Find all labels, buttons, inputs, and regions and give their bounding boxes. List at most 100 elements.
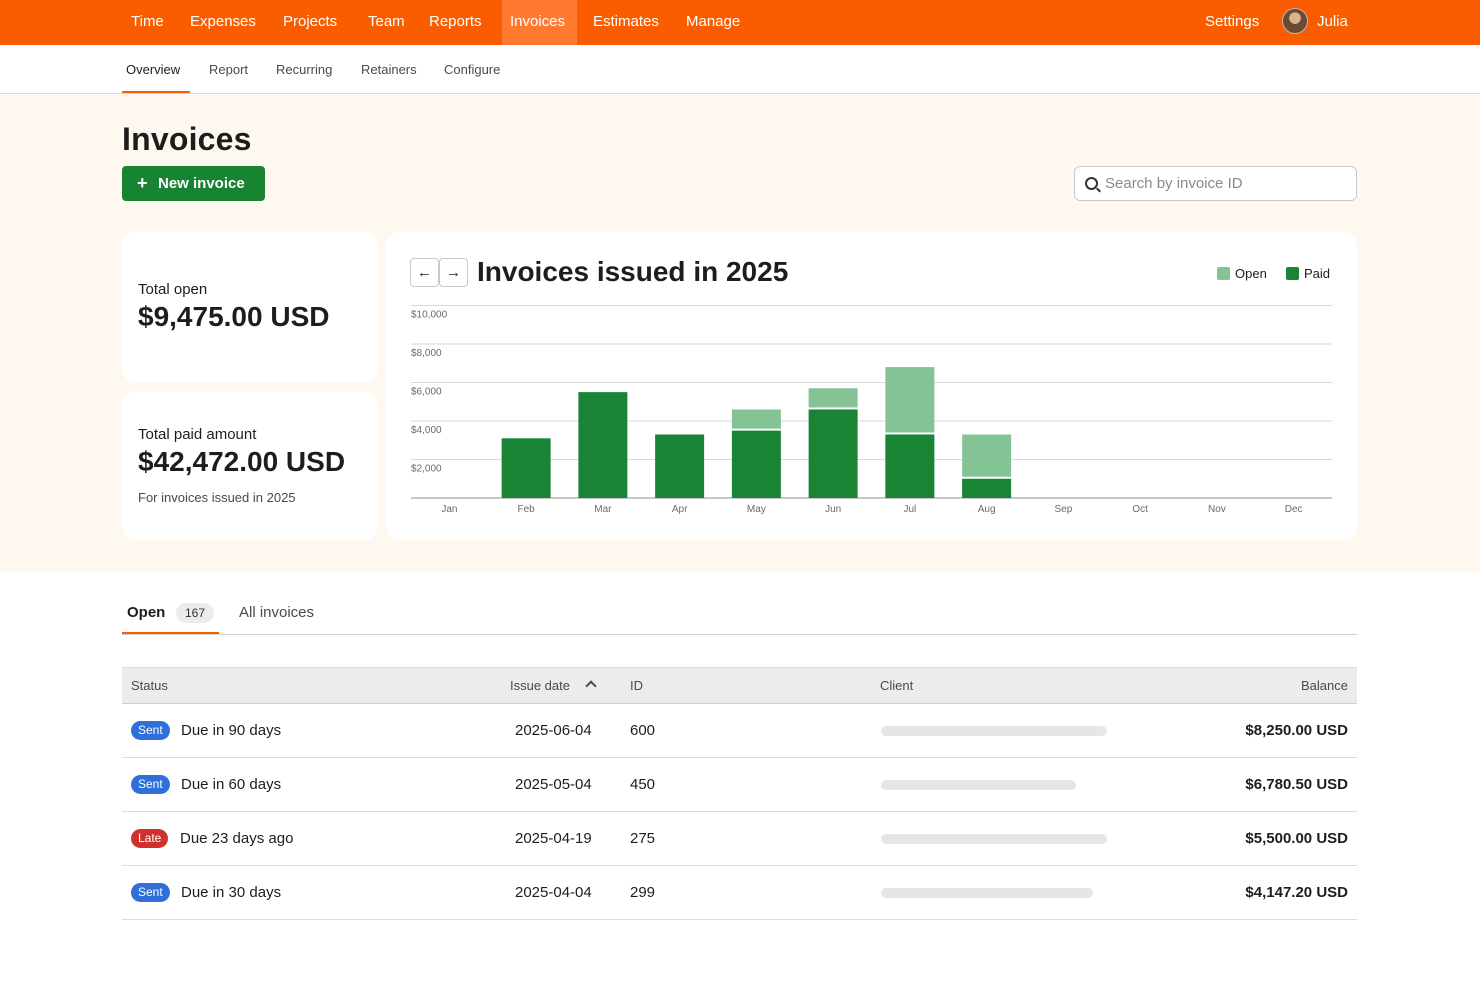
y-tick-label: $4,000 xyxy=(411,425,442,436)
bar-chart: $2,000 $4,000 $6,000 $8,000 $10,000 Jan Feb Mar… xyxy=(411,305,1332,515)
table-row[interactable]: Sent Due in 90 days 2025-06-04 600 $8,25… xyxy=(122,704,1357,758)
invoice-id[interactable]: 450 xyxy=(630,758,655,811)
nav-item-reports[interactable]: Reports xyxy=(421,0,490,45)
table-row[interactable]: Late Due 23 days ago 2025-04-19 275 $5,5… xyxy=(122,812,1357,866)
bar-paid-may xyxy=(731,430,781,498)
bar-paid-mar xyxy=(578,392,628,498)
balance: $6,780.50 USD xyxy=(1245,776,1348,793)
status-text: Due in 30 days xyxy=(181,884,282,901)
subnav-active-indicator xyxy=(122,91,190,93)
x-tick-label: Feb xyxy=(518,504,536,515)
y-tick-label: $2,000 xyxy=(411,464,442,475)
y-tick-label: $10,000 xyxy=(411,310,448,321)
balance: $5,500.00 USD xyxy=(1245,830,1348,847)
nav-item-estimates[interactable]: Estimates xyxy=(585,0,667,45)
col-client[interactable]: Client xyxy=(880,668,913,704)
avatar[interactable] xyxy=(1282,8,1308,34)
plus-icon: + xyxy=(137,173,148,193)
sub-nav: Overview Report Recurring Retainers Conf… xyxy=(0,45,1480,94)
bar-paid-jun xyxy=(808,409,858,498)
bar-paid-feb xyxy=(501,438,551,498)
client-placeholder xyxy=(881,834,1107,844)
table-row[interactable]: Sent Due in 60 days 2025-05-04 450 $6,78… xyxy=(122,758,1357,812)
subnav-item-recurring[interactable]: Recurring xyxy=(276,45,332,94)
x-tick-label: Nov xyxy=(1208,504,1226,515)
x-tick-label: Mar xyxy=(594,504,612,515)
bar-open-jun xyxy=(808,388,858,408)
table-row[interactable]: Sent Due in 30 days 2025-04-04 299 $4,14… xyxy=(122,866,1357,920)
invoice-id[interactable]: 600 xyxy=(630,704,655,757)
total-paid-label: Total paid amount xyxy=(138,426,257,443)
status-badge: Late xyxy=(131,829,169,848)
user-name[interactable]: Julia xyxy=(1309,0,1356,45)
tab-active-indicator xyxy=(122,632,219,634)
nav-item-team[interactable]: Team xyxy=(360,0,413,45)
nav-item-expenses[interactable]: Expenses xyxy=(182,0,264,45)
total-open-value: $9,475.00 USD xyxy=(138,301,330,332)
x-tick-label: Apr xyxy=(672,504,688,515)
new-invoice-button[interactable]: + New invoice xyxy=(122,166,265,201)
x-tick-label: Oct xyxy=(1132,504,1148,515)
total-paid-note: For invoices issued in 2025 xyxy=(138,490,296,505)
col-id[interactable]: ID xyxy=(630,668,643,704)
issue-date: 2025-04-19 xyxy=(515,830,592,847)
y-tick-label: $6,000 xyxy=(411,387,442,398)
invoice-id[interactable]: 299 xyxy=(630,866,655,919)
nav-item-time[interactable]: Time xyxy=(123,0,172,45)
nav-item-projects[interactable]: Projects xyxy=(275,0,345,45)
invoice-tabs: Open 167 All invoices xyxy=(122,595,1357,635)
status-badge: Sent xyxy=(131,775,170,794)
y-tick-label: $8,000 xyxy=(411,348,442,359)
tab-all-invoices[interactable]: All invoices xyxy=(239,604,314,621)
search-box[interactable] xyxy=(1074,166,1357,201)
x-tick-label: Sep xyxy=(1054,504,1072,515)
x-tick-label: Jan xyxy=(441,504,457,515)
open-count-badge: 167 xyxy=(176,603,214,623)
search-icon xyxy=(1085,177,1098,190)
nav-item-manage[interactable]: Manage xyxy=(678,0,748,45)
subnav-item-retainers[interactable]: Retainers xyxy=(361,45,417,94)
x-tick-label: Aug xyxy=(978,504,996,515)
total-paid-value: $42,472.00 USD xyxy=(138,446,346,477)
bar-open-may xyxy=(731,409,781,429)
client-placeholder xyxy=(881,726,1107,736)
col-status[interactable]: Status xyxy=(131,668,168,704)
subnav-item-report[interactable]: Report xyxy=(209,45,248,94)
chevron-up-icon[interactable] xyxy=(585,680,597,692)
subnav-item-configure[interactable]: Configure xyxy=(444,45,500,94)
invoices-chart-card: ← → Invoices issued in 2025 Open Paid $2… xyxy=(386,232,1357,540)
tab-open[interactable]: Open xyxy=(127,604,165,621)
status-badge: Sent xyxy=(131,721,170,740)
bar-open-jul xyxy=(885,367,935,433)
nav-item-invoices[interactable]: Invoices xyxy=(502,0,577,45)
status-text: Due in 90 days xyxy=(181,722,282,739)
col-issue-date[interactable]: Issue date xyxy=(510,668,570,704)
issue-date: 2025-05-04 xyxy=(515,776,592,793)
total-open-label: Total open xyxy=(138,281,208,298)
x-tick-label: Jun xyxy=(825,504,841,515)
x-tick-label: Jul xyxy=(903,504,916,515)
x-tick-label: May xyxy=(747,504,766,515)
balance: $4,147.20 USD xyxy=(1245,884,1348,901)
total-open-card: Total open $9,475.00 USD xyxy=(122,232,378,382)
subnav-item-overview[interactable]: Overview xyxy=(126,45,180,94)
client-placeholder xyxy=(881,780,1076,790)
total-paid-card: Total paid amount $42,472.00 USD For inv… xyxy=(122,392,378,540)
status-text: Due 23 days ago xyxy=(180,830,294,847)
status-badge: Sent xyxy=(131,883,170,902)
bar-open-aug xyxy=(962,434,1012,477)
col-balance[interactable]: Balance xyxy=(1301,668,1348,704)
settings-link[interactable]: Settings xyxy=(1197,0,1267,45)
invoice-id[interactable]: 275 xyxy=(630,812,655,865)
status-text: Due in 60 days xyxy=(181,776,282,793)
balance: $8,250.00 USD xyxy=(1245,722,1348,739)
bar-paid-aug xyxy=(962,478,1012,498)
issue-date: 2025-06-04 xyxy=(515,722,592,739)
x-tick-label: Dec xyxy=(1285,504,1303,515)
issue-date: 2025-04-04 xyxy=(515,884,592,901)
table-header: Status Issue date ID Client Balance xyxy=(122,667,1357,704)
client-placeholder xyxy=(881,888,1093,898)
search-input[interactable] xyxy=(1105,167,1350,200)
top-nav: Time Expenses Projects Team Reports Invo… xyxy=(0,0,1480,45)
bar-paid-jul xyxy=(885,434,935,498)
